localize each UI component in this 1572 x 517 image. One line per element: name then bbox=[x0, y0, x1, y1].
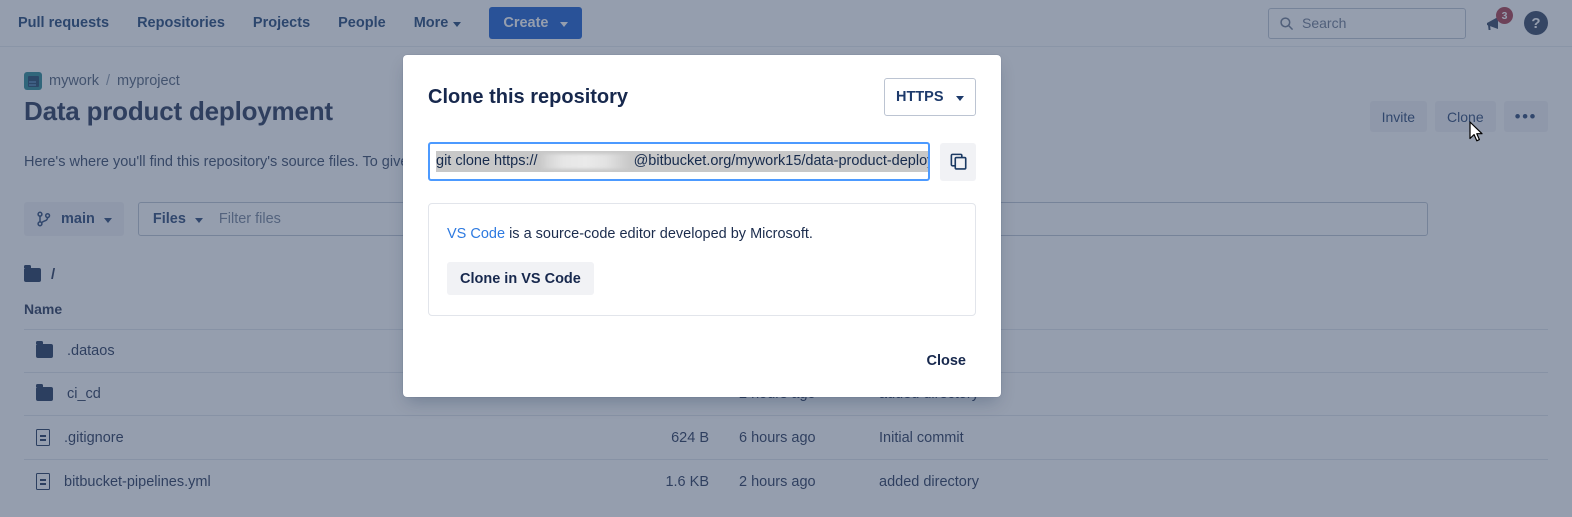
clone-command-suffix: @bitbucket.org/mywork15/data-product-dep… bbox=[633, 153, 930, 169]
redacted-username bbox=[539, 154, 632, 169]
dialog-header: Clone this repository HTTPS bbox=[428, 55, 976, 116]
copy-to-clipboard-button[interactable] bbox=[940, 142, 976, 181]
dialog-footer: Close bbox=[428, 347, 976, 397]
clone-in-vscode-button[interactable]: Clone in VS Code bbox=[447, 262, 594, 295]
protocol-select[interactable]: HTTPS bbox=[884, 78, 976, 116]
vscode-link[interactable]: VS Code bbox=[447, 226, 505, 242]
clone-command-prefix: git clone https:// bbox=[436, 153, 538, 169]
dialog-title: Clone this repository bbox=[428, 85, 629, 108]
copy-icon bbox=[950, 153, 967, 170]
vscode-panel: VS Code is a source-code editor develope… bbox=[428, 203, 976, 316]
chevron-down-icon bbox=[956, 95, 964, 101]
clone-repository-dialog: Clone this repository HTTPS git clone ht… bbox=[403, 55, 1001, 397]
close-button[interactable]: Close bbox=[917, 347, 977, 375]
clone-command-row: git clone https:// @bitbucket.org/mywork… bbox=[428, 142, 976, 181]
vscode-description: VS Code is a source-code editor develope… bbox=[447, 226, 957, 242]
vscode-description-text: is a source-code editor developed by Mic… bbox=[505, 226, 813, 242]
protocol-select-value: HTTPS bbox=[896, 89, 944, 105]
clone-command-input[interactable]: git clone https:// @bitbucket.org/mywork… bbox=[428, 142, 930, 181]
clone-command-text: git clone https:// @bitbucket.org/mywork… bbox=[436, 151, 930, 172]
